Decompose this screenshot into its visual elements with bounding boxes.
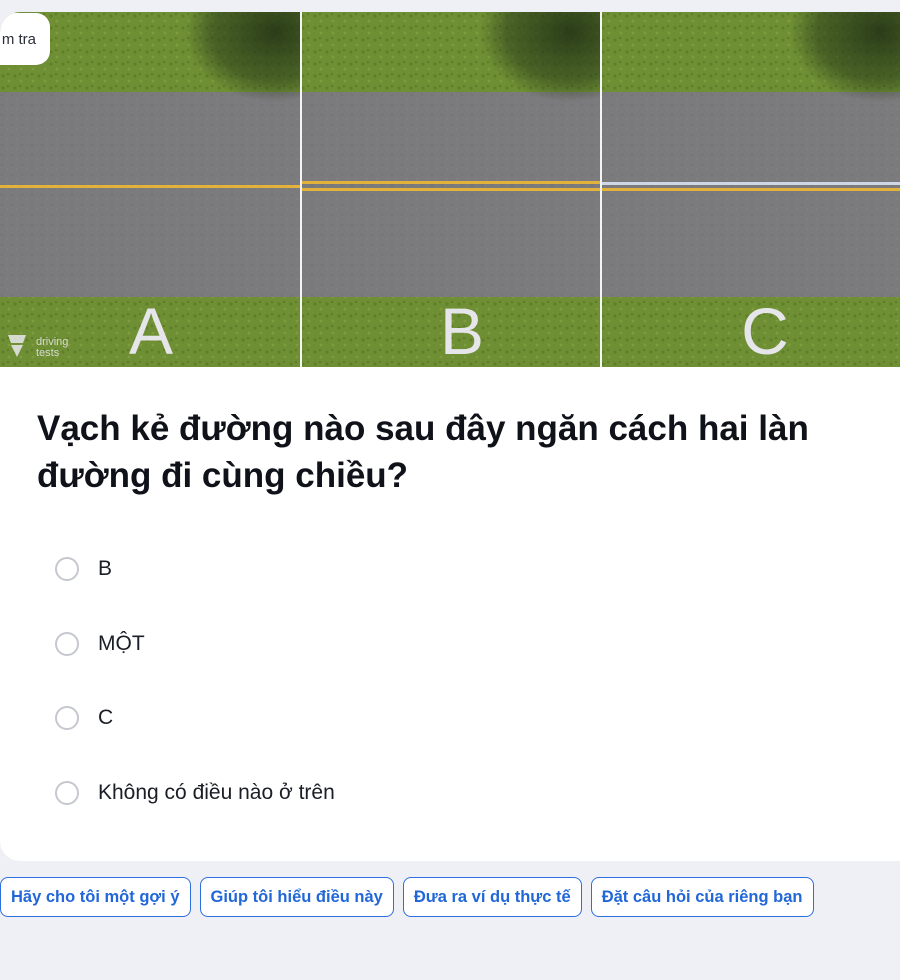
- real-example-button[interactable]: Đưa ra ví dụ thực tế: [402, 877, 582, 917]
- question-text: Vạch kẻ đường nào sau đây ngăn cách hai …: [37, 409, 809, 495]
- answer-label: C: [98, 706, 114, 729]
- broken-white-line: [602, 182, 900, 185]
- double-yellow-line-bottom: [302, 188, 600, 191]
- radio-button[interactable]: [55, 557, 79, 581]
- radio-button[interactable]: [55, 706, 79, 730]
- answer-option-c[interactable]: C: [55, 703, 335, 733]
- exam-tab-label: m tra: [1, 30, 36, 48]
- answer-label: B: [98, 557, 113, 580]
- radio-button[interactable]: [55, 780, 79, 805]
- panel-divider: [600, 12, 602, 367]
- panel-letter-a: A: [129, 294, 173, 367]
- answer-option-b[interactable]: B: [55, 554, 335, 584]
- exam-tab-badge[interactable]: m tra: [0, 13, 50, 65]
- double-yellow-line-top: [302, 181, 600, 184]
- svg-text:tests: tests: [36, 347, 60, 359]
- explain-button[interactable]: Giúp tôi hiểu điều này: [199, 877, 394, 917]
- answer-options: B MỘT C Không có điều nào ở trên: [55, 554, 335, 852]
- answer-label: Không có điều nào ở trên: [98, 780, 335, 804]
- panel-divider: [300, 12, 302, 367]
- answer-option-none[interactable]: Không có điều nào ở trên: [55, 778, 335, 808]
- panel-letter-b: B: [440, 294, 484, 367]
- radio-button[interactable]: [55, 631, 79, 656]
- panel-letter-c: C: [741, 294, 789, 367]
- hint-button[interactable]: Hãy cho tôi một gợi ý: [0, 877, 191, 917]
- answer-option-mot[interactable]: MỘT: [55, 629, 335, 659]
- road-marking-illustration: A B C driving tests: [0, 12, 900, 367]
- solid-yellow-line: [602, 188, 900, 191]
- help-chips: Hãy cho tôi một gợi ý Giúp tôi hiểu điều…: [0, 877, 814, 917]
- single-yellow-line: [0, 185, 300, 188]
- ask-question-button[interactable]: Đặt câu hỏi của riêng bạn: [590, 877, 814, 917]
- question-card: A B C driving tests m tra Vạch kẻ đường …: [0, 12, 900, 861]
- answer-label: MỘT: [98, 631, 145, 655]
